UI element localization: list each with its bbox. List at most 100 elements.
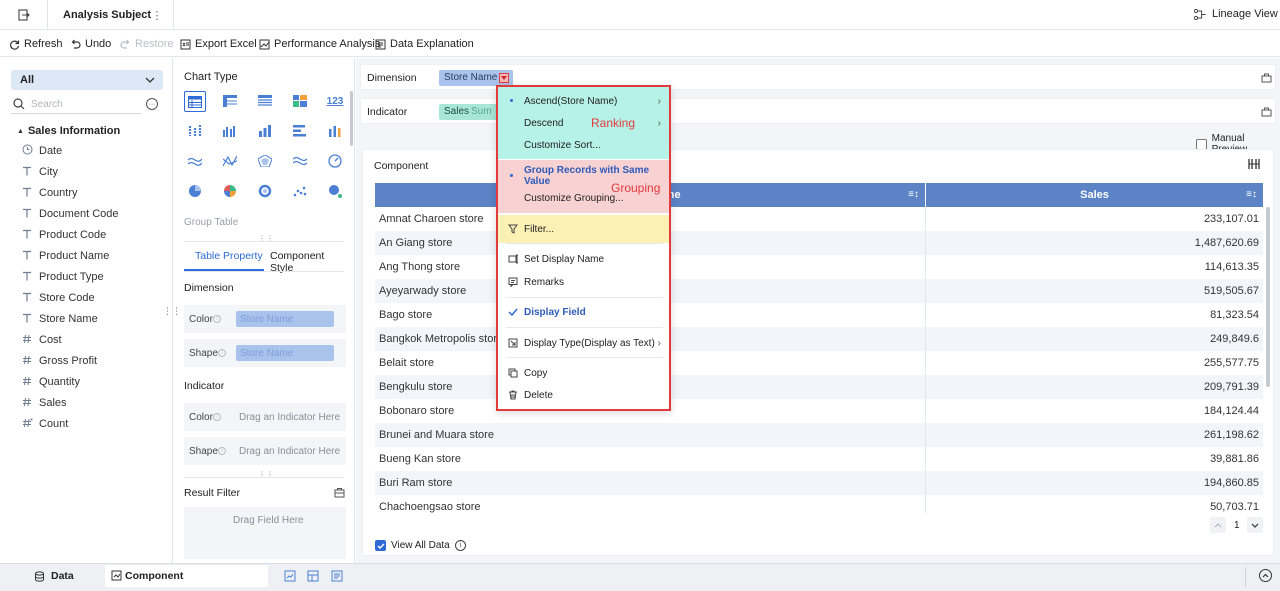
column-header-sales[interactable]: Sales ≡↕ bbox=[926, 183, 1263, 207]
kpi-number-chart-icon[interactable]: 123 bbox=[324, 91, 346, 111]
field-item[interactable]: Date bbox=[22, 143, 62, 159]
table-row[interactable]: Chachoengsao store 50,703.71 bbox=[375, 495, 1263, 513]
field-item[interactable]: City bbox=[22, 164, 58, 180]
sort-icon[interactable]: ≡↕ bbox=[1246, 189, 1257, 200]
group-table-chart-icon[interactable] bbox=[184, 91, 206, 112]
restore-button[interactable]: Restore bbox=[120, 36, 174, 52]
gauge-chart-icon[interactable] bbox=[324, 151, 346, 171]
menu-item-copy[interactable]: Copy bbox=[498, 362, 669, 384]
indicator-shape-dropzone[interactable]: Drag an Indicator Here bbox=[239, 446, 340, 457]
undo-button[interactable]: Undo bbox=[70, 36, 111, 52]
dimension-shape-dropzone[interactable]: Store Name bbox=[236, 345, 334, 361]
field-item[interactable]: Store Code bbox=[22, 290, 95, 306]
bubble-chart-icon[interactable] bbox=[324, 181, 346, 201]
menu-item-display-type[interactable]: Display Type(Display as Text) › bbox=[498, 332, 669, 354]
bar-chart-icon[interactable] bbox=[289, 121, 311, 141]
table-row[interactable]: Brunei and Muara store 261,198.62 bbox=[375, 423, 1263, 447]
exit-icon[interactable] bbox=[17, 8, 31, 22]
refresh-button[interactable]: Refresh bbox=[9, 36, 63, 52]
checkbox-checked-icon[interactable] bbox=[375, 540, 386, 551]
menu-item-filter[interactable]: Filter... bbox=[498, 218, 669, 240]
tab-component-style[interactable]: Component Style bbox=[266, 242, 344, 274]
middle-scrollbar[interactable] bbox=[350, 91, 353, 146]
field-item[interactable]: Gross Profit bbox=[22, 353, 97, 369]
store-name-cell: Brunei and Muara store bbox=[379, 429, 494, 441]
menu-item-customize-sort[interactable]: Customize Sort... bbox=[498, 134, 669, 156]
add-component-icon[interactable] bbox=[284, 570, 296, 582]
field-item[interactable]: Country bbox=[22, 185, 78, 201]
table-row[interactable]: Bueng Kan store 39,881.86 bbox=[375, 447, 1263, 471]
column-chart-icon[interactable] bbox=[254, 121, 276, 141]
polyline-chart-icon[interactable] bbox=[219, 151, 241, 171]
scatter-chart-icon[interactable] bbox=[289, 181, 311, 201]
cross-table-chart-icon[interactable] bbox=[219, 91, 241, 111]
radar-chart-icon[interactable] bbox=[254, 151, 276, 171]
sales-cell: 81,323.54 bbox=[1210, 309, 1259, 321]
field-item[interactable]: Product Name bbox=[22, 248, 109, 264]
menu-item-ascend[interactable]: Ascend(Store Name) › bbox=[498, 90, 669, 112]
search-input[interactable]: Search bbox=[11, 96, 141, 114]
grouped-column-chart-icon[interactable] bbox=[219, 121, 241, 141]
page-down-button[interactable] bbox=[1247, 517, 1263, 533]
indicator-color-row: Color i Drag an Indicator Here bbox=[184, 403, 346, 431]
table-view-icon[interactable] bbox=[1248, 159, 1260, 169]
dot-column-chart-icon[interactable] bbox=[184, 121, 206, 141]
donut-chart-icon[interactable] bbox=[254, 181, 276, 201]
dimension-chip[interactable]: Store Name bbox=[439, 70, 513, 86]
menu-item-delete[interactable]: Delete bbox=[498, 384, 669, 406]
sort-icon[interactable]: ≡↕ bbox=[908, 189, 919, 200]
area-chart-icon[interactable] bbox=[289, 151, 311, 171]
field-item[interactable]: Quantity bbox=[22, 374, 80, 390]
performance-analysis-button[interactable]: Performance Analysis bbox=[259, 36, 380, 52]
stacked-column-chart-icon[interactable] bbox=[324, 121, 346, 141]
scope-select[interactable]: All bbox=[11, 70, 163, 90]
info-icon[interactable]: i bbox=[454, 540, 466, 551]
tab-table-property[interactable]: Table Property bbox=[184, 242, 264, 271]
result-filter-dropzone[interactable]: Drag Field Here bbox=[184, 507, 346, 559]
multi-color-block-chart-icon[interactable] bbox=[289, 91, 311, 111]
more-options-icon[interactable]: ··· bbox=[146, 98, 158, 110]
pie-chart-icon[interactable] bbox=[184, 181, 206, 201]
add-dashboard-icon[interactable] bbox=[307, 570, 319, 582]
field-item[interactable]: Count bbox=[22, 416, 68, 432]
dimension-color-dropzone[interactable]: Store Name bbox=[236, 311, 334, 327]
text-type-icon bbox=[22, 271, 39, 284]
table-scrollbar[interactable] bbox=[1266, 207, 1270, 387]
multi-pie-chart-icon[interactable] bbox=[219, 181, 241, 201]
more-icon[interactable]: ⋮ bbox=[152, 8, 163, 22]
view-all-data-toggle[interactable]: View All Data i bbox=[375, 540, 466, 551]
indicator-chip[interactable]: Sales Sum bbox=[439, 104, 499, 120]
add-report-icon[interactable] bbox=[331, 570, 343, 582]
menu-item-remarks[interactable]: Remarks bbox=[498, 271, 669, 293]
tab-component[interactable]: Component bbox=[105, 565, 268, 587]
field-item[interactable]: Document Code bbox=[22, 206, 119, 222]
lock-icon[interactable] bbox=[1261, 106, 1272, 117]
collapse-up-icon[interactable] bbox=[1259, 569, 1272, 582]
field-item[interactable]: Cost bbox=[22, 332, 62, 348]
field-item[interactable]: Product Code bbox=[22, 227, 106, 243]
caret-down-icon[interactable] bbox=[499, 73, 509, 83]
panel-drag-handle-icon[interactable]: ⋮⋮ bbox=[163, 304, 181, 318]
menu-item-set-display-name[interactable]: Set Display Name bbox=[498, 248, 669, 270]
filter-settings-icon[interactable] bbox=[333, 486, 345, 498]
lineage-label: Lineage View bbox=[1212, 8, 1278, 20]
line-chart-icon[interactable] bbox=[184, 151, 206, 171]
menu-item-display-field[interactable]: Display Field bbox=[498, 301, 669, 323]
tab-data[interactable]: Data bbox=[34, 570, 74, 582]
export-excel-button[interactable]: Export Excel bbox=[180, 36, 257, 52]
menu-item-customize-grouping[interactable]: Customize Grouping... Grouping bbox=[498, 181, 669, 209]
manual-preview-checkbox[interactable] bbox=[1196, 138, 1207, 150]
detail-table-chart-icon[interactable] bbox=[254, 91, 276, 111]
page-up-button[interactable] bbox=[1210, 517, 1226, 533]
menu-item-descend[interactable]: Descend Ranking › bbox=[498, 112, 669, 134]
indicator-color-dropzone[interactable]: Drag an Indicator Here bbox=[239, 412, 340, 423]
field-item[interactable]: Store Name bbox=[22, 311, 98, 327]
field-group-header[interactable]: ▲ Sales Information bbox=[17, 125, 120, 137]
data-explanation-button[interactable]: Data Explanation bbox=[375, 36, 474, 52]
field-item[interactable]: Sales bbox=[22, 395, 67, 411]
table-row[interactable]: Buri Ram store 194,860.85 bbox=[375, 471, 1263, 495]
lineage-view-button[interactable]: Lineage View bbox=[1194, 8, 1278, 20]
field-item[interactable]: Product Type bbox=[22, 269, 104, 285]
lock-icon[interactable] bbox=[1261, 72, 1272, 83]
export-icon bbox=[180, 39, 191, 50]
